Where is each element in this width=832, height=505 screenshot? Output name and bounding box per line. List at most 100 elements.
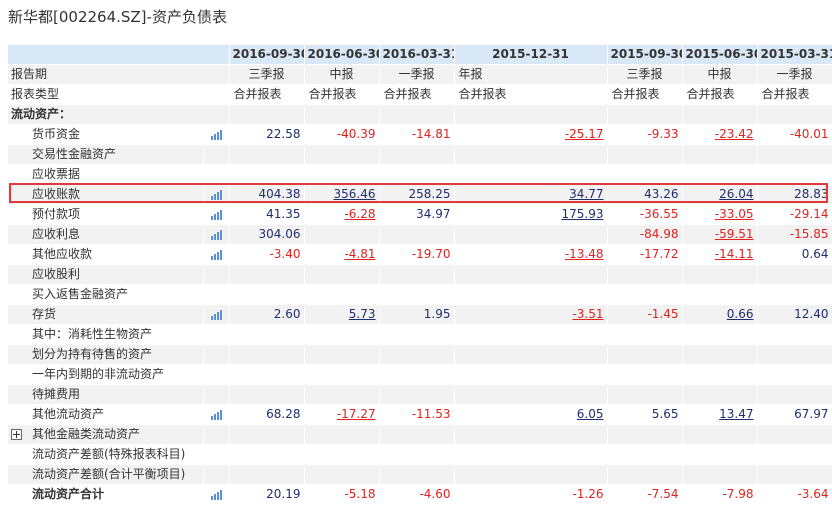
value-cell [607,284,683,305]
row-label-text: 一年内到期的非流动资产 [32,367,165,381]
value-cell [757,144,832,165]
value-cell [229,144,305,165]
value-cell[interactable]: 5.73 [304,304,380,325]
bar-chart-icon[interactable] [210,249,223,260]
bar-chart-icon[interactable] [210,189,223,200]
chart-cell[interactable] [203,484,230,505]
value-cell[interactable]: -4.81 [304,244,380,265]
bar-chart-icon[interactable] [210,129,223,140]
value-link[interactable]: -3.51 [572,307,603,321]
period-cell: 合并报表 [229,84,305,105]
value-cell[interactable]: -13.48 [454,244,608,265]
bar-chart-icon[interactable] [210,209,223,220]
value-cell [304,344,380,365]
row-label: 应收股利 [8,264,204,285]
chart-cell[interactable] [203,204,230,225]
value-cell[interactable]: -17.27 [304,404,380,425]
value-cell[interactable]: -14.11 [682,244,758,265]
value-cell [304,284,380,305]
value-link[interactable]: -6.28 [344,207,375,221]
value-link[interactable]: 0.66 [727,307,754,321]
value-cell: -3.40 [229,244,305,265]
empty-cell [757,104,832,125]
value-cell [757,384,832,405]
value-cell [757,284,832,305]
bar-chart-icon[interactable] [210,489,223,500]
value-link[interactable]: 5.73 [349,307,376,321]
row-label: 其他金融类流动资产 [8,424,204,445]
table-row: 应收股利 [8,264,832,285]
value-cell [229,344,305,365]
value-cell: 67.97 [757,404,832,425]
value-cell: -36.55 [607,204,683,225]
value-cell [607,324,683,345]
chart-cell[interactable] [203,244,230,265]
value-cell[interactable]: -25.17 [454,124,608,145]
table-row: 货币资金 22.58 -40.39 -14.81 -25.17 -9.33 -23.42 -4… [8,124,832,145]
value-link[interactable]: -4.81 [344,247,375,261]
value-link[interactable]: 34.77 [569,187,603,201]
value-cell: 41.35 [229,204,305,225]
value-cell [682,144,758,165]
chart-cell[interactable] [203,404,230,425]
value-link[interactable]: 13.47 [719,407,753,421]
value-text: -14.81 [411,127,451,141]
row-label: 买入返售金融资产 [8,284,204,305]
value-cell [607,344,683,365]
period-cell: 合并报表 [682,84,758,105]
value-cell: 43.26 [607,184,683,205]
value-cell[interactable]: 6.05 [454,404,608,425]
value-cell[interactable]: -23.42 [682,124,758,145]
page-title: 新华都[002264.SZ]-资产负债表 [8,8,227,26]
value-text: -3.40 [269,247,301,261]
value-cell[interactable]: -6.28 [304,204,380,225]
value-cell[interactable]: 175.93 [454,204,608,225]
value-link[interactable]: -14.11 [715,247,754,261]
value-cell [379,444,455,465]
value-text: 20.19 [266,487,301,501]
value-cell[interactable]: -3.51 [454,304,608,325]
value-cell [757,324,832,345]
value-cell[interactable]: 0.66 [682,304,758,325]
row-label: 流动资产合计 [8,484,204,505]
chart-cell[interactable] [203,124,230,145]
chart-cell[interactable] [203,184,230,205]
value-cell[interactable]: 13.47 [682,404,758,425]
value-link[interactable]: 26.04 [719,187,753,201]
table-row: 流动资产差额(特殊报表科目) [8,444,832,465]
chart-cell [203,264,230,285]
expand-plus-icon[interactable] [11,429,22,440]
period-cell: 年报 [454,64,608,85]
value-cell [454,264,608,285]
period-cell: 一季报 [379,64,455,85]
value-link[interactable]: 6.05 [577,407,604,421]
value-cell [379,264,455,285]
value-link[interactable]: 356.46 [334,187,376,201]
value-cell[interactable]: -33.05 [682,204,758,225]
value-cell: -4.60 [379,484,455,505]
value-cell [304,264,380,285]
chart-cell[interactable] [203,304,230,325]
bar-chart-icon[interactable] [210,409,223,420]
value-link[interactable]: -23.42 [715,127,754,141]
bar-chart-icon[interactable] [210,229,223,240]
value-text: 12.40 [794,307,829,321]
value-link[interactable]: -33.05 [715,207,754,221]
value-link[interactable]: -25.17 [565,127,604,141]
value-link[interactable]: 175.93 [562,207,604,221]
value-cell[interactable]: -59.51 [682,224,758,245]
table-row: 应收利息 304.06 -84.98 -59.51 -15.85 [8,224,832,245]
value-link[interactable]: -13.48 [565,247,604,261]
value-cell[interactable]: 356.46 [304,184,380,205]
value-cell[interactable]: 26.04 [682,184,758,205]
row-label: 报告期 [8,64,230,85]
value-link[interactable]: -17.27 [337,407,376,421]
value-cell [304,144,380,165]
value-cell: -40.01 [757,124,832,145]
value-cell: -40.39 [304,124,380,145]
bar-chart-icon[interactable] [210,309,223,320]
value-link[interactable]: -59.51 [715,227,754,241]
chart-cell[interactable] [203,224,230,245]
chart-cell [203,284,230,305]
value-cell[interactable]: 34.77 [454,184,608,205]
